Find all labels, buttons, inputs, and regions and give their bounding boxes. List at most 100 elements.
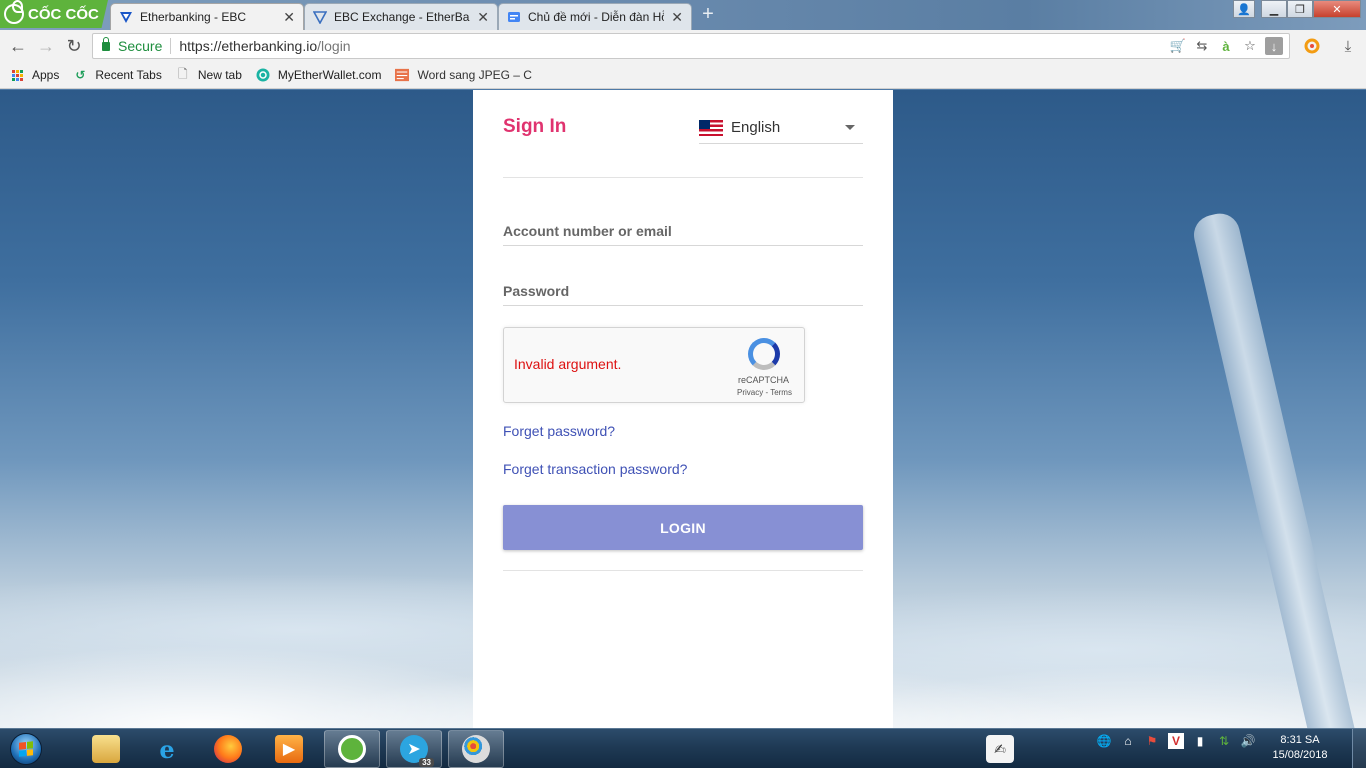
network-globe-icon[interactable]: 🌐 xyxy=(1096,733,1112,749)
bookmarks-bar: Apps ↺ Recent Tabs 🗋 New tab MyEtherWall… xyxy=(0,62,1366,89)
page-background: Sign In English Invalid argument. reCAPT… xyxy=(0,90,1366,728)
taskbar-coccoc[interactable] xyxy=(324,730,380,768)
sync-icon[interactable]: ⇅ xyxy=(1216,733,1232,749)
signal-bars-icon[interactable]: ▮ xyxy=(1192,733,1208,749)
address-separator xyxy=(170,38,172,54)
windows-taskbar: e ▶ ➤ 33 ✍ 🌐 ⌂ ⚑ V ▮ ⇅ 🔊 8:31 SA 15/08/2… xyxy=(0,728,1366,768)
usb-device-icon[interactable]: ⌂ xyxy=(1120,733,1136,749)
taskbar-pen-input[interactable]: ✍ xyxy=(972,730,1028,768)
bookmark-label: Word sang JPEG – C xyxy=(417,68,532,82)
us-flag-icon xyxy=(699,119,723,136)
tab-close-icon[interactable]: ✕ xyxy=(283,9,295,26)
tab-label: EBC Exchange - EtherBanki xyxy=(334,10,471,24)
volume-icon[interactable]: 🔊 xyxy=(1240,733,1256,749)
close-icon: ✕ xyxy=(1332,3,1342,16)
login-button[interactable]: LOGIN xyxy=(503,505,863,550)
recaptcha-error-text: Invalid argument. xyxy=(514,356,622,372)
minimize-button[interactable]: ▁ xyxy=(1261,0,1287,18)
page-icon: 🗋 xyxy=(178,66,188,81)
action-center-icon[interactable]: ⚑ xyxy=(1144,733,1160,749)
reload-button[interactable]: ↻ xyxy=(63,35,85,57)
forward-button[interactable]: → xyxy=(35,35,57,57)
downloads-button[interactable]: ⤓ xyxy=(1338,36,1358,56)
restore-icon: ❐ xyxy=(1295,3,1305,16)
airplane-wing-image xyxy=(1190,209,1361,728)
bookmark-new-tab[interactable]: 🗋 New tab xyxy=(176,66,242,83)
tab-strip: CỐC CỐC Etherbanking - EBC ✕ EBC Exchang… xyxy=(0,0,1366,30)
system-tray: 🌐 ⌂ ⚑ V ▮ ⇅ 🔊 xyxy=(1096,733,1256,749)
tab-close-icon[interactable]: ✕ xyxy=(477,9,489,26)
address-bar[interactable]: Secure https://etherbanking.io/login 🛒 ⇆… xyxy=(92,33,1290,59)
folder-icon xyxy=(92,735,120,763)
tab-etherbanking[interactable]: Etherbanking - EBC ✕ xyxy=(110,3,304,30)
show-desktop-button[interactable] xyxy=(1352,729,1366,768)
start-button[interactable] xyxy=(4,730,48,768)
recaptcha-brand-label: reCAPTCHA xyxy=(738,375,790,385)
etherbanking-favicon-icon xyxy=(119,10,133,24)
header-divider xyxy=(503,177,863,178)
language-select[interactable]: English xyxy=(699,112,863,144)
url-host: https://etherbanking.io xyxy=(179,38,318,54)
recent-tabs-icon: ↺ xyxy=(75,68,86,82)
back-arrow-icon: ← xyxy=(9,35,27,56)
taskbar-firefox[interactable] xyxy=(200,730,256,768)
taskbar-internet-explorer[interactable]: e xyxy=(139,730,195,768)
bookmark-star-icon[interactable]: ☆ xyxy=(1241,37,1259,55)
myetherwallet-icon xyxy=(256,68,270,82)
clock-time: 8:31 SA xyxy=(1280,734,1320,746)
tab-close-icon[interactable]: ✕ xyxy=(671,9,683,26)
taskbar-telegram[interactable]: ➤ 33 xyxy=(386,730,442,768)
coccoc-logo-icon xyxy=(4,0,24,24)
browser-toolbar: ← → ↻ Secure https://etherbanking.io/log… xyxy=(0,30,1366,62)
password-input[interactable] xyxy=(503,276,863,306)
doc-jpg-icon xyxy=(395,68,410,82)
paint-palette-icon xyxy=(462,735,490,763)
profile-icon: 👤 xyxy=(1237,3,1251,16)
apps-grid-icon xyxy=(10,68,24,82)
antivirus-v-icon[interactable]: V xyxy=(1168,733,1184,749)
coccoc-menu-button[interactable]: CỐC CỐC xyxy=(0,0,108,28)
profile-button[interactable]: 👤 xyxy=(1233,0,1255,18)
reload-icon: ↻ xyxy=(66,35,82,56)
lock-icon xyxy=(102,36,110,51)
vietnamese-input-icon[interactable]: à xyxy=(1217,37,1235,55)
taskbar-explorer[interactable] xyxy=(78,730,134,768)
taskbar-media-player[interactable]: ▶ xyxy=(261,730,317,768)
page-title: Sign In xyxy=(503,116,567,137)
close-window-button[interactable]: ✕ xyxy=(1313,0,1361,18)
brand-label: CỐC CỐC xyxy=(28,5,99,23)
bookmark-apps[interactable]: Apps xyxy=(10,68,59,82)
recaptcha-widget[interactable]: Invalid argument. reCAPTCHA Privacy - Te… xyxy=(503,327,805,403)
bookmark-word-jpeg[interactable]: Word sang JPEG – C xyxy=(395,68,532,82)
media-player-icon: ▶ xyxy=(275,735,303,763)
account-input[interactable] xyxy=(503,216,863,246)
new-tab-button[interactable]: + xyxy=(697,4,719,24)
forget-transaction-password-link[interactable]: Forget transaction password? xyxy=(503,461,687,477)
download-icon: ⤓ xyxy=(1344,37,1352,55)
bookmark-myetherwallet[interactable]: MyEtherWallet.com xyxy=(256,68,382,82)
taskbar-paint[interactable] xyxy=(448,730,504,768)
ebc-exchange-favicon-icon xyxy=(313,10,327,24)
caret-down-icon xyxy=(845,125,855,130)
secure-label: Secure xyxy=(118,38,163,54)
coccoc-browser-icon xyxy=(338,735,366,763)
taskbar-clock[interactable]: 8:31 SA 15/08/2018 xyxy=(1270,733,1330,763)
bookmark-label: MyEtherWallet.com xyxy=(277,68,382,82)
tab-dien-dan[interactable]: Chủ đề mới - Diễn đàn Hỗ ✕ xyxy=(498,3,692,30)
windows-logo-icon xyxy=(10,733,42,765)
clock-date: 15/08/2018 xyxy=(1272,749,1328,761)
bookmark-label: Apps xyxy=(32,68,60,82)
download-media-icon[interactable]: ↓ xyxy=(1265,37,1283,55)
maximize-button[interactable]: ❐ xyxy=(1287,0,1313,18)
extension-button[interactable] xyxy=(1302,36,1322,56)
shopping-cart-icon[interactable]: 🛒 xyxy=(1169,37,1187,55)
forget-password-link[interactable]: Forget password? xyxy=(503,423,615,439)
login-panel: Sign In English Invalid argument. reCAPT… xyxy=(473,90,893,728)
translate-icon[interactable]: ⇆ xyxy=(1193,37,1211,55)
recaptcha-privacy-terms-link[interactable]: Privacy - Terms xyxy=(504,388,804,397)
bookmark-recent-tabs[interactable]: ↺ Recent Tabs xyxy=(73,68,162,82)
tab-label: Chủ đề mới - Diễn đàn Hỗ xyxy=(528,10,665,24)
tab-ebc-exchange[interactable]: EBC Exchange - EtherBanki ✕ xyxy=(304,3,498,30)
back-button[interactable]: ← xyxy=(7,35,29,57)
pen-tablet-icon: ✍ xyxy=(986,735,1014,763)
